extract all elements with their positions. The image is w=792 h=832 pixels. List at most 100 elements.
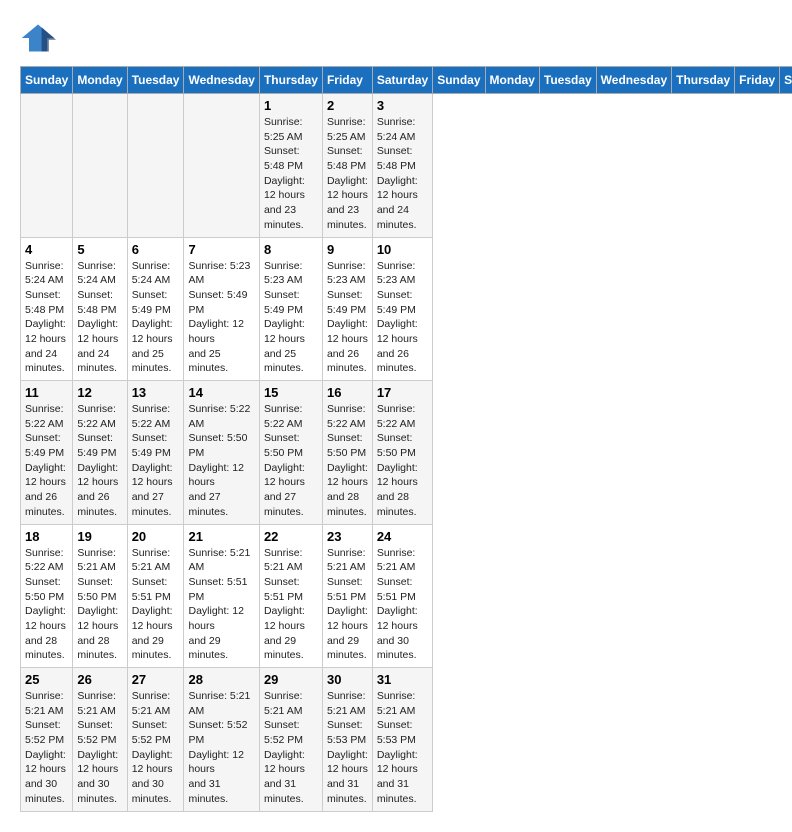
calendar-cell [127,94,184,238]
calendar-cell: 15 Sunrise: 5:22 AM Sunset: 5:50 PM Dayli… [259,381,322,525]
day-info: Sunrise: 5:21 AM Sunset: 5:52 PM Dayligh… [77,689,122,807]
day-info: Sunrise: 5:21 AM Sunset: 5:51 PM Dayligh… [377,546,428,664]
day-number: 26 [77,672,122,687]
calendar-cell: 28 Sunrise: 5:21 AM Sunset: 5:52 PM Dayli… [184,668,259,812]
calendar-cell: 17Sunrise: 5:22 AM Sunset: 5:50 PM Dayli… [372,381,432,525]
day-number: 1 [264,98,318,113]
day-info: Sunrise: 5:22 AM Sunset: 5:50 PM Dayligh… [264,402,318,520]
calendar-week-1: 1Sunrise: 5:25 AM Sunset: 5:48 PM Daylig… [21,94,792,238]
day-number: 6 [132,242,180,257]
header-tuesday: Tuesday [127,67,184,94]
day-info: Sunrise: 5:21 AM Sunset: 5:53 PM Dayligh… [327,689,368,807]
day-number: 23 [327,529,368,544]
day-number: 30 [327,672,368,687]
day-info: Sunrise: 5:24 AM Sunset: 5:49 PM Dayligh… [132,259,180,377]
day-info: Sunrise: 5:22 AM Sunset: 5:50 PM Dayligh… [25,546,68,664]
day-info: Sunrise: 5:22 AM Sunset: 5:49 PM Dayligh… [132,402,180,520]
header-sunday: Sunday [433,67,485,94]
calendar-header-row: SundayMondayTuesdayWednesdayThursdayFrid… [21,67,792,94]
calendar-week-4: 18 Sunrise: 5:22 AM Sunset: 5:50 PM Dayli… [21,524,792,668]
header-wednesday: Wednesday [184,67,259,94]
day-number: 9 [327,242,368,257]
day-number: 28 [188,672,254,687]
header-friday: Friday [322,67,372,94]
day-info: Sunrise: 5:23 AM Sunset: 5:49 PM Dayligh… [377,259,428,377]
logo-icon [20,20,56,56]
calendar-cell [184,94,259,238]
calendar-cell: 14 Sunrise: 5:22 AM Sunset: 5:50 PM Dayli… [184,381,259,525]
calendar-cell: 27 Sunrise: 5:21 AM Sunset: 5:52 PM Dayli… [127,668,184,812]
day-info: Sunrise: 5:21 AM Sunset: 5:52 PM Dayligh… [188,689,254,807]
day-info: Sunrise: 5:22 AM Sunset: 5:49 PM Dayligh… [25,402,68,520]
day-number: 20 [132,529,180,544]
calendar-cell: 22 Sunrise: 5:21 AM Sunset: 5:51 PM Dayli… [259,524,322,668]
day-number: 24 [377,529,428,544]
day-number: 16 [327,385,368,400]
day-number: 12 [77,385,122,400]
calendar-cell: 23 Sunrise: 5:21 AM Sunset: 5:51 PM Dayli… [322,524,372,668]
calendar-cell [73,94,127,238]
day-info: Sunrise: 5:23 AM Sunset: 5:49 PM Dayligh… [264,259,318,377]
day-number: 17 [377,385,428,400]
day-number: 8 [264,242,318,257]
calendar-cell: 11 Sunrise: 5:22 AM Sunset: 5:49 PM Dayli… [21,381,73,525]
calendar-cell: 30 Sunrise: 5:21 AM Sunset: 5:53 PM Dayli… [322,668,372,812]
calendar-cell: 7 Sunrise: 5:23 AM Sunset: 5:49 PM Daylig… [184,237,259,381]
day-info: Sunrise: 5:24 AM Sunset: 5:48 PM Dayligh… [77,259,122,377]
day-info: Sunrise: 5:22 AM Sunset: 5:50 PM Dayligh… [327,402,368,520]
calendar-week-3: 11 Sunrise: 5:22 AM Sunset: 5:49 PM Dayli… [21,381,792,525]
calendar-cell: 5 Sunrise: 5:24 AM Sunset: 5:48 PM Daylig… [73,237,127,381]
header-monday: Monday [73,67,127,94]
day-number: 5 [77,242,122,257]
logo [20,20,62,56]
day-number: 7 [188,242,254,257]
day-info: Sunrise: 5:21 AM Sunset: 5:52 PM Dayligh… [132,689,180,807]
page-header [20,20,772,56]
day-info: Sunrise: 5:22 AM Sunset: 5:50 PM Dayligh… [188,402,254,520]
calendar-cell: 4Sunrise: 5:24 AM Sunset: 5:48 PM Daylig… [21,237,73,381]
header-friday: Friday [735,67,780,94]
day-number: 19 [77,529,122,544]
header-monday: Monday [485,67,539,94]
calendar-cell: 25 Sunrise: 5:21 AM Sunset: 5:52 PM Dayli… [21,668,73,812]
day-number: 31 [377,672,428,687]
day-number: 11 [25,385,68,400]
calendar-cell: 13 Sunrise: 5:22 AM Sunset: 5:49 PM Dayli… [127,381,184,525]
day-number: 15 [264,385,318,400]
calendar-cell [21,94,73,238]
day-info: Sunrise: 5:23 AM Sunset: 5:49 PM Dayligh… [188,259,254,377]
calendar-cell: 21Sunrise: 5:21 AM Sunset: 5:51 PM Dayli… [184,524,259,668]
header-thursday: Thursday [672,67,735,94]
calendar-cell: 10 Sunrise: 5:23 AM Sunset: 5:49 PM Dayli… [372,237,432,381]
day-number: 14 [188,385,254,400]
day-number: 2 [327,98,368,113]
calendar-cell: 1Sunrise: 5:25 AM Sunset: 5:48 PM Daylig… [259,94,322,238]
calendar-cell: 29Sunrise: 5:21 AM Sunset: 5:52 PM Dayli… [259,668,322,812]
day-number: 27 [132,672,180,687]
calendar-cell: 6 Sunrise: 5:24 AM Sunset: 5:49 PM Daylig… [127,237,184,381]
day-number: 10 [377,242,428,257]
day-number: 21 [188,529,254,544]
day-info: Sunrise: 5:23 AM Sunset: 5:49 PM Dayligh… [327,259,368,377]
header-tuesday: Tuesday [539,67,596,94]
calendar-table: SundayMondayTuesdayWednesdayThursdayFrid… [20,66,792,812]
calendar-cell: 31 Sunrise: 5:21 AM Sunset: 5:53 PM Dayli… [372,668,432,812]
day-info: Sunrise: 5:21 AM Sunset: 5:52 PM Dayligh… [25,689,68,807]
day-number: 18 [25,529,68,544]
calendar-cell: 20Sunrise: 5:21 AM Sunset: 5:51 PM Dayli… [127,524,184,668]
day-info: Sunrise: 5:21 AM Sunset: 5:52 PM Dayligh… [264,689,318,807]
day-number: 13 [132,385,180,400]
calendar-cell: 24 Sunrise: 5:21 AM Sunset: 5:51 PM Dayli… [372,524,432,668]
header-wednesday: Wednesday [596,67,671,94]
calendar-cell: 18 Sunrise: 5:22 AM Sunset: 5:50 PM Dayli… [21,524,73,668]
calendar-cell: 3Sunrise: 5:24 AM Sunset: 5:48 PM Daylig… [372,94,432,238]
day-info: Sunrise: 5:22 AM Sunset: 5:49 PM Dayligh… [77,402,122,520]
calendar-cell: 8 Sunrise: 5:23 AM Sunset: 5:49 PM Daylig… [259,237,322,381]
day-number: 22 [264,529,318,544]
day-number: 25 [25,672,68,687]
header-saturday: Saturday [780,67,792,94]
day-number: 4 [25,242,68,257]
day-info: Sunrise: 5:21 AM Sunset: 5:51 PM Dayligh… [264,546,318,664]
day-info: Sunrise: 5:21 AM Sunset: 5:51 PM Dayligh… [327,546,368,664]
day-info: Sunrise: 5:21 AM Sunset: 5:53 PM Dayligh… [377,689,428,807]
